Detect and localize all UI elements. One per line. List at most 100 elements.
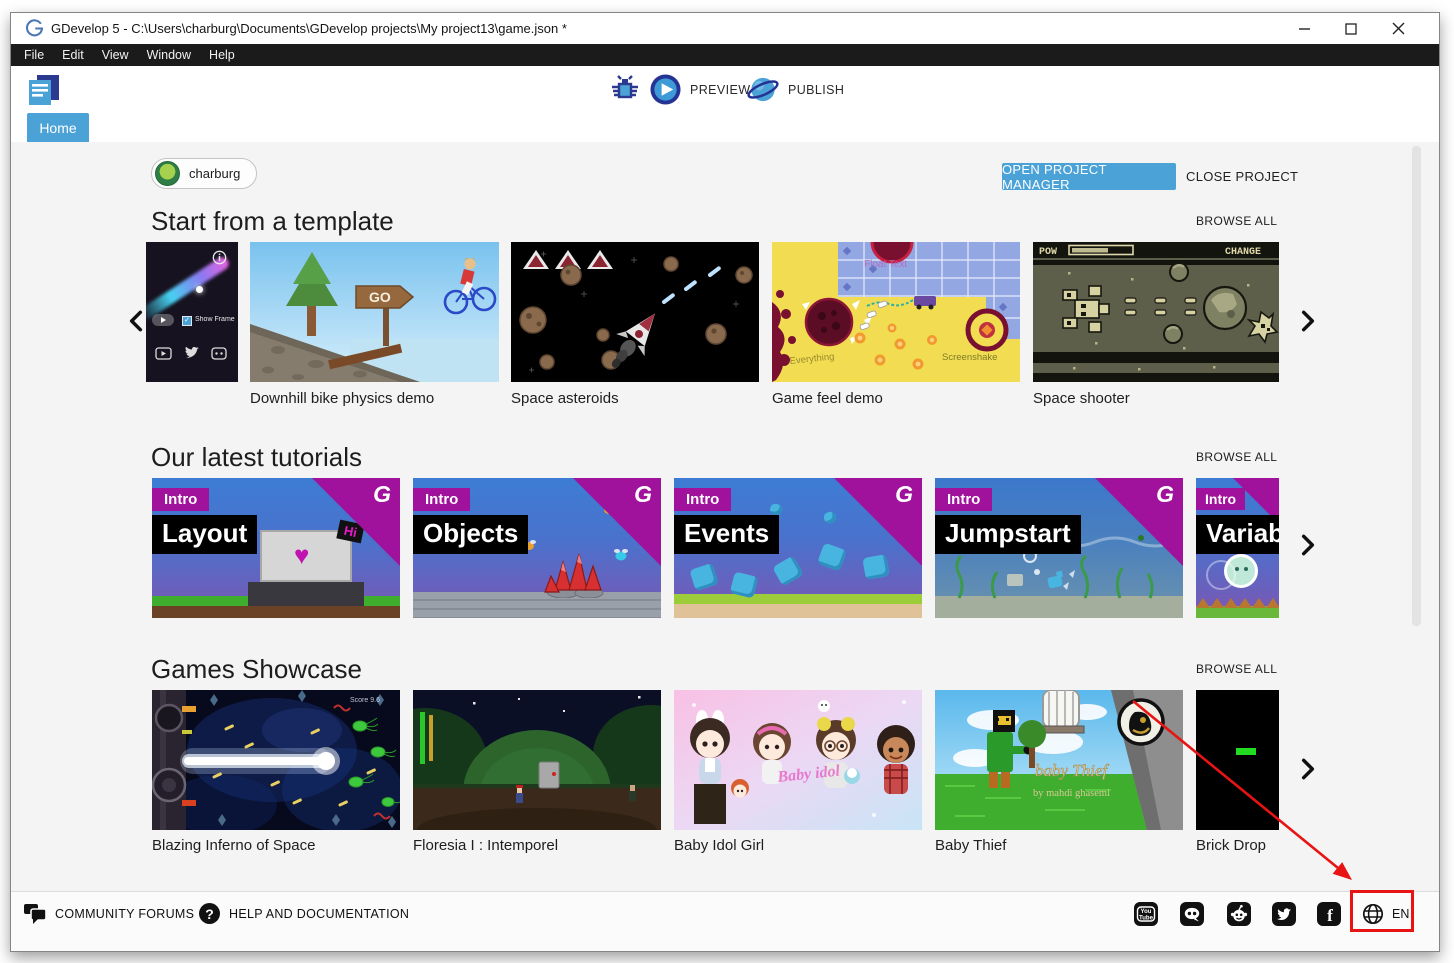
minimize-button[interactable] bbox=[1281, 13, 1327, 44]
project-manager-icon[interactable] bbox=[25, 73, 63, 107]
publish-button[interactable]: PUBLISH bbox=[746, 73, 844, 106]
screenshake-text: Screenshake bbox=[942, 352, 997, 363]
screen: GDevelop 5 - C:\Users\charburg\Documents… bbox=[0, 0, 1454, 963]
menu-help[interactable]: Help bbox=[200, 44, 244, 66]
showcase-card-babythief[interactable]: baby Thief by mahdi ghasemi bbox=[935, 690, 1183, 830]
forum-icon bbox=[23, 902, 49, 926]
community-forums-link[interactable]: COMMUNITY FORUMS bbox=[55, 902, 194, 926]
show-frame-checkbox[interactable]: ✓ bbox=[182, 316, 192, 326]
template-label[interactable]: Space shooter bbox=[1033, 390, 1130, 407]
tutorial-title: Jumpstart bbox=[935, 515, 1081, 554]
template-card-gamefeel[interactable]: Float Text Everything Screenshake bbox=[772, 242, 1020, 382]
template-card-shooter[interactable]: POW CHANGE bbox=[1033, 242, 1279, 382]
maximize-icon bbox=[1345, 23, 1357, 35]
menu-view[interactable]: View bbox=[93, 44, 138, 66]
showcase-card-blazing[interactable]: Score 9.6 bbox=[152, 690, 400, 830]
template-card-asteroids[interactable] bbox=[511, 242, 759, 382]
change-text: CHANGE bbox=[1225, 247, 1261, 258]
heart-icon: ♥ bbox=[294, 540, 309, 571]
intro-badge: Intro bbox=[935, 488, 992, 511]
template-label[interactable]: Downhill bike physics demo bbox=[250, 390, 434, 407]
debugger-icon[interactable] bbox=[609, 74, 641, 106]
svg-text:f: f bbox=[1327, 906, 1333, 925]
show-frame-label: Show Frame bbox=[195, 316, 235, 323]
showcase-label[interactable]: Baby Thief bbox=[935, 837, 1006, 854]
grass-strip bbox=[674, 594, 922, 604]
babyidol-thumbnail: Baby idol bbox=[674, 690, 922, 830]
open-project-manager-button[interactable]: OPEN PROJECT MANAGER bbox=[1002, 163, 1176, 190]
floresia-thumbnail bbox=[413, 690, 661, 830]
dirt-strip bbox=[152, 606, 400, 618]
showcase-label[interactable]: Baby Idol Girl bbox=[674, 837, 764, 854]
publish-label: PUBLISH bbox=[788, 83, 844, 97]
play-icon bbox=[649, 73, 682, 106]
panel-mockup bbox=[248, 582, 364, 606]
preview-social-icons bbox=[154, 346, 230, 362]
publish-globe-icon bbox=[746, 73, 780, 106]
tutorial-card-layout[interactable]: ♥ Hi G Intro Layout bbox=[152, 478, 400, 618]
title-bar[interactable]: GDevelop 5 - C:\Users\charburg\Documents… bbox=[11, 13, 1439, 44]
crab-sprite bbox=[862, 554, 889, 580]
gdevelop-corner-logo: G bbox=[634, 481, 652, 508]
help-documentation-link[interactable]: HELP AND DOCUMENTATION bbox=[229, 902, 409, 926]
carousel-right-icon-tutorials[interactable] bbox=[1295, 527, 1321, 563]
ghost-echo bbox=[1206, 560, 1236, 590]
carousel-right-icon-templates[interactable] bbox=[1295, 303, 1321, 339]
menu-file[interactable]: File bbox=[15, 44, 53, 66]
menu-window[interactable]: Window bbox=[138, 44, 200, 66]
pow-text: POW bbox=[1039, 247, 1057, 258]
preview-button[interactable]: PREVIEW bbox=[649, 73, 750, 106]
template-label[interactable]: Space asteroids bbox=[511, 390, 619, 407]
tutorial-card-objects[interactable]: G Intro Objects bbox=[413, 478, 661, 618]
crab-sprite bbox=[823, 511, 837, 525]
facebook-icon[interactable]: f bbox=[1317, 902, 1341, 926]
showcase-label[interactable]: Brick Drop bbox=[1196, 837, 1266, 854]
template-card-bike[interactable]: GO bbox=[250, 242, 499, 382]
browse-all-templates[interactable]: BROWSE ALL bbox=[1196, 214, 1277, 228]
tutorial-card-jumpstart[interactable]: G Intro Jumpstart bbox=[935, 478, 1183, 618]
reddit-icon[interactable] bbox=[1227, 902, 1251, 926]
tutorial-title: Events bbox=[674, 515, 779, 554]
tutorial-title: Variab bbox=[1196, 515, 1279, 554]
tutorial-card-events[interactable]: G Intro Events bbox=[674, 478, 922, 618]
browse-all-showcase[interactable]: BROWSE ALL bbox=[1196, 662, 1277, 676]
template-label[interactable]: Game feel demo bbox=[772, 390, 883, 407]
close-button[interactable] bbox=[1375, 13, 1421, 44]
annotation-highlight-box bbox=[1350, 890, 1414, 932]
showcase-card-floresia[interactable] bbox=[413, 690, 661, 830]
crab-sprite bbox=[772, 555, 804, 586]
info-icon[interactable] bbox=[212, 250, 227, 265]
browse-all-tutorials[interactable]: BROWSE ALL bbox=[1196, 450, 1277, 464]
discord-icon[interactable] bbox=[1180, 902, 1204, 926]
showcase-card-brickdrop[interactable] bbox=[1196, 690, 1279, 830]
user-chip[interactable]: charburg bbox=[151, 158, 257, 189]
tutorial-card-variables[interactable]: +1 Intro Variab bbox=[1196, 478, 1279, 618]
gdevelop-corner-logo: G bbox=[895, 481, 913, 508]
asteroids-thumbnail bbox=[511, 242, 759, 382]
carousel-right-icon-showcase[interactable] bbox=[1295, 751, 1321, 787]
gamefeel-thumbnail: Float Text Everything Screenshake bbox=[772, 242, 1020, 382]
sand-strip bbox=[674, 604, 922, 618]
mini-play-button[interactable] bbox=[152, 314, 174, 326]
tab-home[interactable]: Home bbox=[27, 113, 89, 142]
go-sign-text: GO bbox=[369, 289, 391, 305]
twitter-icon[interactable] bbox=[1272, 902, 1296, 926]
showcase-card-babyidol[interactable]: Baby idol bbox=[674, 690, 922, 830]
youtube-icon[interactable]: You Tube bbox=[1134, 902, 1158, 926]
tab-bar: Home bbox=[11, 113, 1439, 142]
maximize-button[interactable] bbox=[1328, 13, 1374, 44]
showcase-label[interactable]: Blazing Inferno of Space bbox=[152, 837, 315, 854]
gdevelop-corner-logo: G bbox=[1156, 481, 1174, 508]
close-project-button[interactable]: CLOSE PROJECT bbox=[1186, 163, 1298, 190]
ground-spikes bbox=[1196, 598, 1279, 608]
menu-edit[interactable]: Edit bbox=[53, 44, 93, 66]
vertical-scrollbar[interactable] bbox=[1412, 146, 1421, 626]
intro-badge: Intro bbox=[1196, 488, 1245, 510]
comet-head bbox=[196, 286, 203, 293]
intro-badge: Intro bbox=[674, 488, 731, 511]
template-card-preview[interactable]: ✓ Show Frame bbox=[146, 242, 238, 382]
gdevelop-corner-logo: G bbox=[373, 481, 391, 508]
showcase-label[interactable]: Floresia I : Intemporel bbox=[413, 837, 558, 854]
gdevelop-logo-icon bbox=[25, 19, 44, 38]
bike-thumbnail: GO bbox=[250, 242, 499, 382]
